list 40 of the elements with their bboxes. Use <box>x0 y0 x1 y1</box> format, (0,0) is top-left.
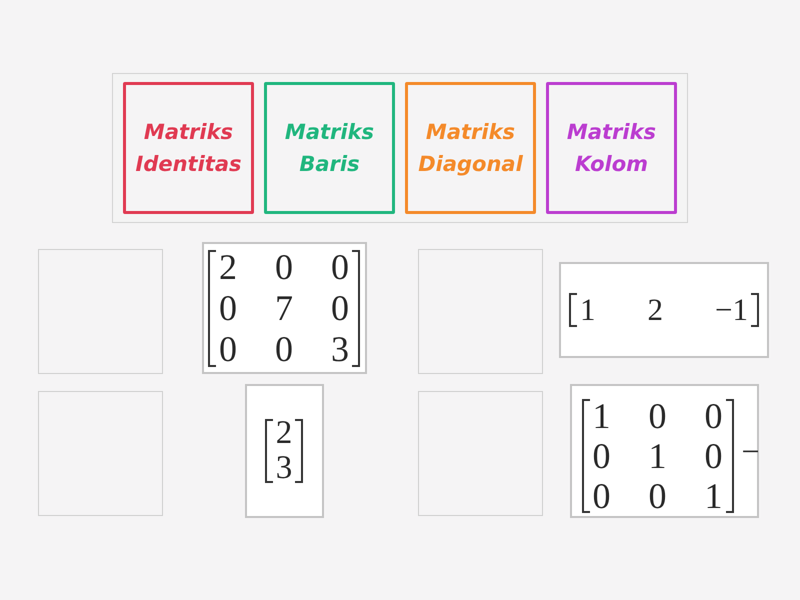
bracket-icon <box>208 250 216 366</box>
answer-box[interactable] <box>418 391 543 516</box>
answer-tile[interactable]: Matriks Baris <box>264 82 395 214</box>
matrix-entry: 0 <box>648 476 666 516</box>
matrix-entry: 0 <box>704 396 722 436</box>
answer-box[interactable] <box>38 249 163 374</box>
matrix-entry: 0 <box>219 328 237 370</box>
bracket-icon <box>750 292 759 326</box>
bracket-icon <box>569 292 577 326</box>
matrix-entry: 0 <box>331 246 349 288</box>
answer-tile[interactable]: Matriks Kolom <box>546 82 677 214</box>
matrix-entry: 1 <box>592 396 610 436</box>
matrix-entry: 2 <box>219 246 237 288</box>
matrix-entry: 2 <box>276 416 292 451</box>
bracket-icon <box>352 250 360 366</box>
matrix-entry: 0 <box>275 246 293 288</box>
answer-box[interactable] <box>38 391 163 516</box>
matrix-entry: 2 <box>648 290 663 328</box>
answer-tile[interactable]: Matriks Diagonal <box>405 82 536 214</box>
matrix-entry: 0 <box>704 436 722 476</box>
matrix-entry: 0 <box>331 288 349 328</box>
bracket-icon <box>726 399 734 513</box>
matrix-entry: 0 <box>592 476 610 516</box>
matrix-entry: 3 <box>331 328 349 370</box>
matrix-entry: 3 <box>276 451 292 486</box>
bracket-icon <box>295 419 304 483</box>
matrix-entry: 1 <box>580 290 596 328</box>
matrix-entry: 0 <box>648 396 666 436</box>
bracket-icon <box>582 399 590 513</box>
matrix-entry: −1 <box>715 290 748 328</box>
bracket-icon <box>264 419 273 483</box>
matrix-entry: 0 <box>275 328 293 370</box>
matrix-entry: 1 <box>648 436 666 476</box>
matrix-entry: 1 <box>704 476 722 516</box>
matrix-entry: 0 <box>592 436 610 476</box>
answer-box[interactable] <box>418 249 543 374</box>
matrix-entry: 7 <box>275 288 293 328</box>
answer-tile[interactable]: Matriks Identitas <box>123 82 254 214</box>
matrix-entry: 0 <box>219 288 237 328</box>
minus-sign: − <box>742 432 760 470</box>
